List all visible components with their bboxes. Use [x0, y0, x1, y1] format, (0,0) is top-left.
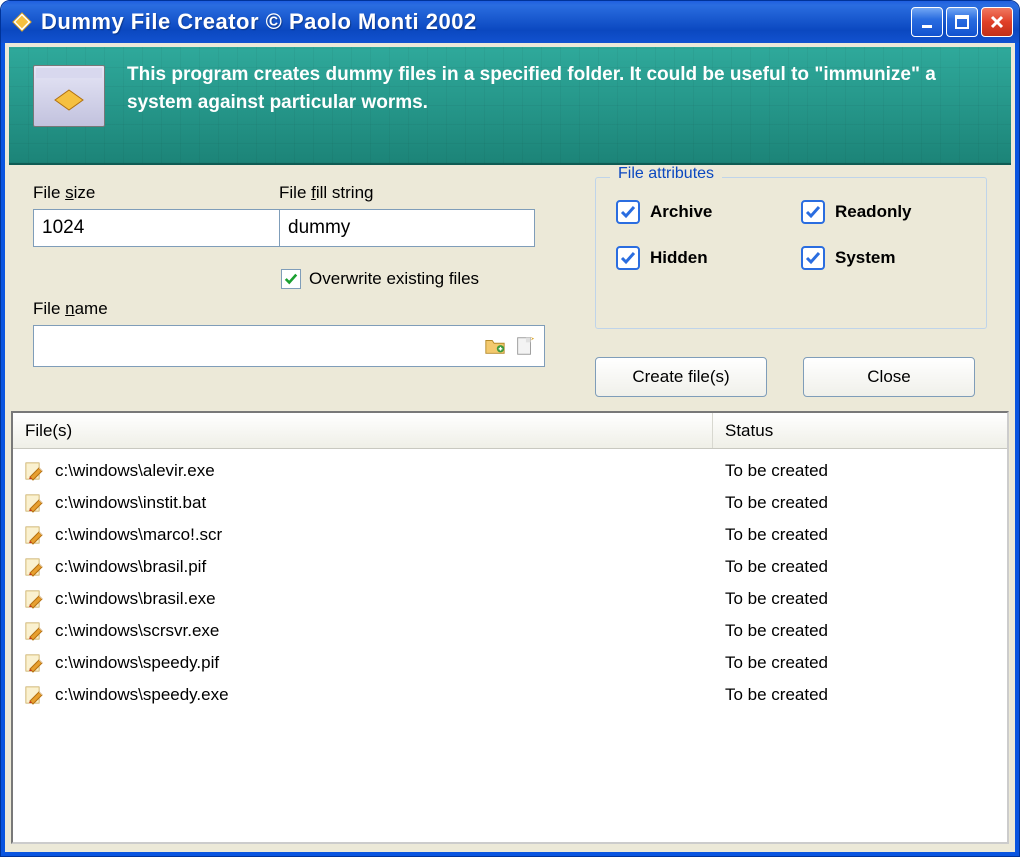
overwrite-checkbox[interactable] — [281, 269, 301, 289]
file-edit-icon — [23, 492, 45, 514]
close-window-button[interactable] — [981, 7, 1013, 37]
file-path: c:\windows\alevir.exe — [55, 461, 725, 481]
list-item[interactable]: c:\windows\alevir.exeTo be created — [13, 455, 1007, 487]
banner-text: This program creates dummy files in a sp… — [127, 61, 967, 117]
attr-archive-checkbox[interactable] — [616, 200, 640, 224]
list-item[interactable]: c:\windows\marco!.scrTo be created — [13, 519, 1007, 551]
list-item[interactable]: c:\windows\instit.batTo be created — [13, 487, 1007, 519]
attr-readonly-label: Readonly — [835, 202, 912, 222]
client-area: This program creates dummy files in a sp… — [1, 43, 1019, 856]
file-path: c:\windows\speedy.pif — [55, 653, 725, 673]
attr-readonly-checkbox[interactable] — [801, 200, 825, 224]
window-title: Dummy File Creator © Paolo Monti 2002 — [41, 9, 911, 35]
info-banner: This program creates dummy files in a sp… — [9, 47, 1011, 165]
file-path: c:\windows\brasil.pif — [55, 557, 725, 577]
file-status: To be created — [725, 589, 997, 609]
list-item[interactable]: c:\windows\brasil.exeTo be created — [13, 583, 1007, 615]
file-size-spinner[interactable]: ▲ ▼ — [33, 209, 243, 247]
file-name-label: File name — [33, 299, 573, 319]
file-name-field — [33, 325, 545, 367]
file-name-input[interactable] — [34, 326, 478, 366]
file-edit-icon — [23, 524, 45, 546]
close-button[interactable]: Close — [803, 357, 975, 397]
attr-hidden-label: Hidden — [650, 248, 708, 268]
titlebar: Dummy File Creator © Paolo Monti 2002 — [1, 1, 1019, 43]
file-status: To be created — [725, 557, 997, 577]
file-status: To be created — [725, 461, 997, 481]
file-path: c:\windows\scrsvr.exe — [55, 621, 725, 641]
attr-archive[interactable]: Archive — [616, 200, 781, 224]
file-size-input[interactable] — [33, 209, 295, 247]
file-status: To be created — [725, 621, 997, 641]
app-icon — [11, 11, 33, 33]
create-files-button[interactable]: Create file(s) — [595, 357, 767, 397]
file-attributes-group: File attributes Archive Readonly Hidd — [595, 177, 987, 329]
file-edit-icon — [23, 652, 45, 674]
attr-system-checkbox[interactable] — [801, 246, 825, 270]
attr-system-label: System — [835, 248, 895, 268]
app-window: Dummy File Creator © Paolo Monti 2002 Th… — [0, 0, 1020, 857]
file-fill-label: File fill string — [279, 183, 535, 203]
overwrite-label: Overwrite existing files — [309, 269, 479, 289]
col-header-status[interactable]: Status — [713, 413, 1007, 448]
file-status: To be created — [725, 653, 997, 673]
file-edit-icon — [23, 556, 45, 578]
list-item[interactable]: c:\windows\brasil.pifTo be created — [13, 551, 1007, 583]
list-header: File(s) Status — [13, 413, 1007, 449]
file-status: To be created — [725, 685, 997, 705]
attr-system[interactable]: System — [801, 246, 966, 270]
file-path: c:\windows\brasil.exe — [55, 589, 725, 609]
file-path: c:\windows\instit.bat — [55, 493, 725, 513]
file-edit-icon — [23, 684, 45, 706]
attr-hidden[interactable]: Hidden — [616, 246, 781, 270]
banner-app-icon — [33, 65, 105, 127]
file-attributes-legend: File attributes — [610, 165, 722, 183]
maximize-button[interactable] — [946, 7, 978, 37]
file-status: To be created — [725, 525, 997, 545]
attr-hidden-checkbox[interactable] — [616, 246, 640, 270]
file-edit-icon — [23, 620, 45, 642]
file-path: c:\windows\marco!.scr — [55, 525, 725, 545]
attr-archive-label: Archive — [650, 202, 712, 222]
file-size-label: File size — [33, 183, 243, 203]
form-area: File size ▲ ▼ File fill string — [5, 169, 1015, 405]
list-body: c:\windows\alevir.exeTo be createdc:\win… — [13, 449, 1007, 842]
list-item[interactable]: c:\windows\speedy.pifTo be created — [13, 647, 1007, 679]
file-list: File(s) Status c:\windows\alevir.exeTo b… — [11, 411, 1009, 844]
col-header-files[interactable]: File(s) — [13, 413, 713, 448]
window-controls — [911, 7, 1013, 37]
new-file-icon[interactable] — [512, 333, 538, 359]
file-edit-icon — [23, 460, 45, 482]
file-path: c:\windows\speedy.exe — [55, 685, 725, 705]
file-fill-input[interactable] — [279, 209, 535, 247]
browse-folder-icon[interactable] — [482, 333, 508, 359]
attr-readonly[interactable]: Readonly — [801, 200, 966, 224]
list-item[interactable]: c:\windows\speedy.exeTo be created — [13, 679, 1007, 711]
file-edit-icon — [23, 588, 45, 610]
minimize-button[interactable] — [911, 7, 943, 37]
file-status: To be created — [725, 493, 997, 513]
list-item[interactable]: c:\windows\scrsvr.exeTo be created — [13, 615, 1007, 647]
